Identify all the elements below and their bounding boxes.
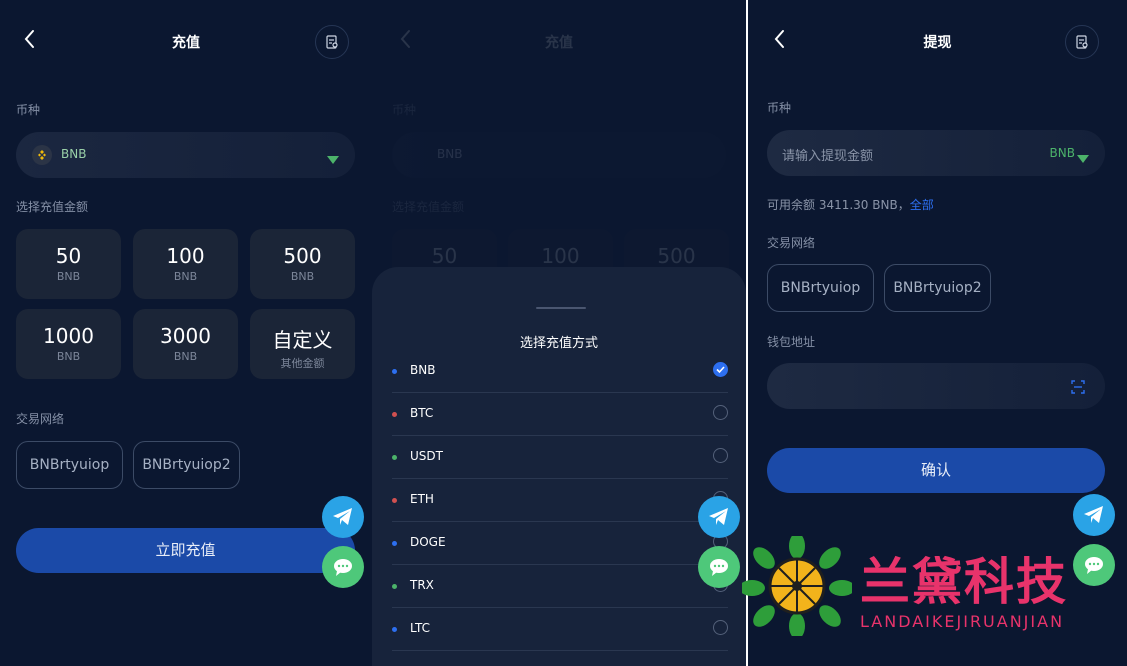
- radio-icon[interactable]: [713, 448, 728, 463]
- method-name: ETH: [410, 492, 434, 506]
- watermark-name: 兰黛科技: [860, 552, 1068, 611]
- recharge-panel: 充值 币种 BNB 选择充值金额 50 BNB 100 BNB 500 BNB 100…: [0, 0, 372, 666]
- page-title: 充值: [545, 35, 573, 51]
- wallet-address-input[interactable]: [767, 363, 1105, 409]
- amount-placeholder: 请输入提现金额: [782, 149, 874, 164]
- amount-value: 50: [55, 244, 82, 268]
- amount-unit: 其他金额: [280, 357, 325, 370]
- bottom-sheet: 选择充值方式 BNB BTC USDT ETH DOGE TRX LTC: [372, 267, 746, 666]
- amount-value: 500: [657, 244, 696, 268]
- lotus-emblem-icon: [742, 536, 852, 636]
- amount-option-custom[interactable]: 自定义 其他金额: [250, 309, 355, 379]
- wallet-label: 钱包地址: [767, 335, 816, 349]
- amount-option[interactable]: 100 BNB: [133, 229, 238, 299]
- telegram-button[interactable]: [322, 496, 364, 538]
- method-row[interactable]: BNB: [392, 349, 728, 393]
- status-dot: [392, 455, 397, 460]
- coin-select: BNB: [392, 132, 726, 178]
- amount-unit: BNB: [56, 350, 81, 363]
- status-dot: [392, 412, 397, 417]
- withdraw-all-link[interactable]: 全部: [910, 198, 934, 212]
- radio-icon[interactable]: [713, 620, 728, 635]
- records-icon[interactable]: [1065, 25, 1099, 59]
- method-picker-panel: 充值 币种 BNB 选择充值金额 50 100 500 选择充值方式 BNB BT…: [372, 0, 746, 666]
- amount-unit: BNB: [173, 270, 198, 283]
- network-chip[interactable]: BNBrtyuiop: [16, 441, 123, 489]
- scan-icon[interactable]: [1071, 379, 1085, 398]
- amount-unit: BNB: [56, 270, 81, 283]
- amount-value: 3000: [160, 324, 211, 348]
- balance-line: 可用余额 3411.30 BNB，全部: [767, 196, 934, 213]
- recharge-submit-button[interactable]: 立即充值: [16, 528, 355, 573]
- method-row[interactable]: DOGE: [392, 521, 728, 565]
- caret-down-icon: [327, 150, 339, 169]
- amount-option[interactable]: 50 BNB: [16, 229, 121, 299]
- network-chip[interactable]: BNBrtyuiop2: [884, 264, 991, 312]
- coin-value[interactable]: BNB: [1050, 146, 1075, 160]
- amount-option[interactable]: 1000 BNB: [16, 309, 121, 379]
- method-row[interactable]: USDT: [392, 435, 728, 479]
- telegram-button[interactable]: [1073, 494, 1115, 536]
- method-name: BTC: [410, 406, 434, 420]
- amount-label: 选择充值金额: [16, 200, 89, 214]
- method-row[interactable]: TRX: [392, 564, 728, 608]
- amount-option[interactable]: 500 BNB: [250, 229, 355, 299]
- radio-icon[interactable]: [713, 405, 728, 420]
- amount-unit: BNB: [173, 350, 198, 363]
- watermark-logo: 兰黛科技 LANDAIKEJIRUANJIAN: [742, 536, 1127, 646]
- telegram-button[interactable]: [698, 496, 740, 538]
- coin-label: 币种: [392, 103, 417, 117]
- method-name: BNB: [410, 363, 436, 377]
- amount-value: 100: [166, 244, 205, 268]
- amount-label: 选择充值金额: [392, 200, 465, 214]
- amount-value: 100: [541, 244, 580, 268]
- coin-value: BNB: [437, 147, 463, 161]
- amount-unit: BNB: [290, 270, 315, 283]
- amount-value: 1000: [43, 324, 94, 348]
- status-dot: [392, 498, 397, 503]
- coin-label: 币种: [16, 103, 41, 117]
- bnb-icon: [32, 145, 52, 165]
- method-name: TRX: [410, 578, 434, 592]
- coin-select[interactable]: BNB: [16, 132, 355, 178]
- chat-button[interactable]: [698, 546, 740, 588]
- status-dot: [392, 584, 397, 589]
- coin-value: BNB: [61, 147, 87, 161]
- network-chip[interactable]: BNBrtyuiop2: [133, 441, 240, 489]
- amount-option[interactable]: 3000 BNB: [133, 309, 238, 379]
- method-row[interactable]: ETH: [392, 478, 728, 522]
- method-row[interactable]: LTC: [392, 607, 728, 651]
- sheet-handle[interactable]: [536, 307, 586, 309]
- chat-button[interactable]: [322, 546, 364, 588]
- amount-value: 50: [431, 244, 458, 268]
- status-dot: [392, 369, 397, 374]
- network-label: 交易网络: [767, 236, 816, 250]
- network-chip[interactable]: BNBrtyuiop: [767, 264, 874, 312]
- withdraw-confirm-button[interactable]: 确认: [767, 448, 1105, 493]
- caret-down-icon: [1077, 149, 1089, 168]
- status-dot: [392, 541, 397, 546]
- method-name: DOGE: [410, 535, 446, 549]
- status-dot: [392, 627, 397, 632]
- balance-text: 可用余额 3411.30 BNB，: [767, 198, 910, 212]
- method-name: USDT: [410, 449, 443, 463]
- check-icon[interactable]: [713, 362, 728, 377]
- coin-label: 币种: [767, 101, 792, 115]
- withdraw-amount-input[interactable]: 请输入提现金额 BNB: [767, 130, 1105, 176]
- amount-value: 自定义: [272, 328, 333, 352]
- records-icon[interactable]: [315, 25, 349, 59]
- method-row[interactable]: BTC: [392, 392, 728, 436]
- amount-value: 500: [283, 244, 322, 268]
- method-name: LTC: [410, 621, 431, 635]
- watermark-sub: LANDAIKEJIRUANJIAN: [860, 612, 1065, 631]
- network-label: 交易网络: [16, 412, 65, 426]
